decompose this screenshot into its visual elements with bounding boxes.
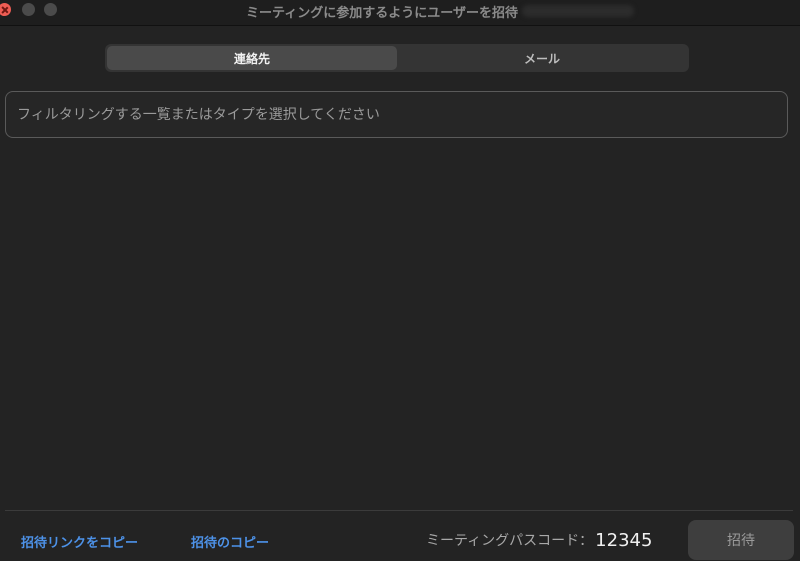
filter-input[interactable] (17, 106, 787, 123)
tab-email[interactable]: メール (397, 46, 687, 70)
search-field-container (5, 91, 788, 138)
redacted-meeting-id (521, 5, 634, 17)
tab-segmented-control: 連絡先 メール (105, 44, 689, 72)
invite-button[interactable]: 招待 (688, 520, 794, 560)
window-title: ミーティングに参加するようにユーザーを招待 (246, 5, 518, 21)
tab-contacts[interactable]: 連絡先 (107, 46, 397, 70)
title-bar: ミーティングに参加するようにユーザーを招待 (0, 0, 800, 26)
passcode-value: 12345 (595, 529, 653, 551)
meeting-passcode: ミーティングパスコード： 12345 (426, 527, 652, 553)
copy-invitation-button[interactable]: 招待のコピー (191, 532, 269, 551)
passcode-label: ミーティングパスコード： (426, 533, 594, 549)
footer-divider (5, 510, 793, 511)
title-wrap: ミーティングに参加するようにユーザーを招待 (0, 0, 800, 22)
invite-window: ミーティングに参加するようにユーザーを招待 連絡先 メール 招待リンクをコピー … (0, 0, 800, 561)
copy-invite-link-button[interactable]: 招待リンクをコピー (21, 532, 138, 551)
